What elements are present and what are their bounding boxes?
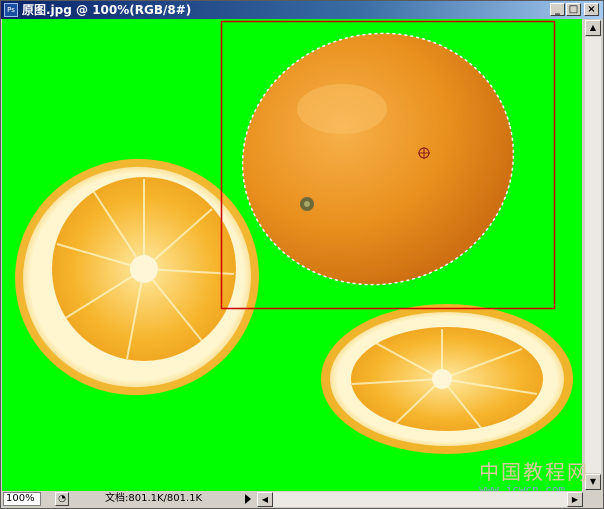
whole-orange [241,32,515,286]
close-button[interactable]: × [584,3,599,16]
photoshop-doc-icon[interactable]: Ps [4,3,18,17]
document-size-info: 文档:801.1K/801.1K [105,493,203,504]
status-menu-arrow-icon[interactable] [245,494,251,504]
image-canvas[interactable] [2,19,582,491]
vertical-scrollbar[interactable]: ▲ ▼ [583,19,603,491]
window-title: 原图.jpg @ 100%(RGB/8#) [22,3,192,17]
watermark-text: 中国教程网 [479,460,589,484]
title-bar[interactable]: Ps 原图.jpg @ 100%(RGB/8#) _ □ × [1,1,603,19]
minimize-button[interactable]: _ [550,3,565,16]
status-bar: 100% ◔ 文档:801.1K/801.1K ◀ ▶ [1,491,603,508]
orange-slice-bottom [321,304,573,454]
vertical-scroll-track[interactable] [585,37,601,473]
maximize-button[interactable]: □ [566,3,581,16]
scroll-right-icon[interactable]: ▶ [567,492,583,507]
orange-slice-left [15,158,259,396]
zoom-input[interactable]: 100% [3,492,41,506]
canvas-artwork [15,20,573,454]
scroll-up-icon[interactable]: ▲ [585,20,601,36]
document-window: Ps 原图.jpg @ 100%(RGB/8#) _ □ × ▲ ▼ 中国教程网… [0,0,604,509]
navigator-icon[interactable]: ◔ [55,492,69,506]
horizontal-scrollbar[interactable]: ◀ ▶ [257,492,583,507]
scroll-left-icon[interactable]: ◀ [257,492,273,507]
